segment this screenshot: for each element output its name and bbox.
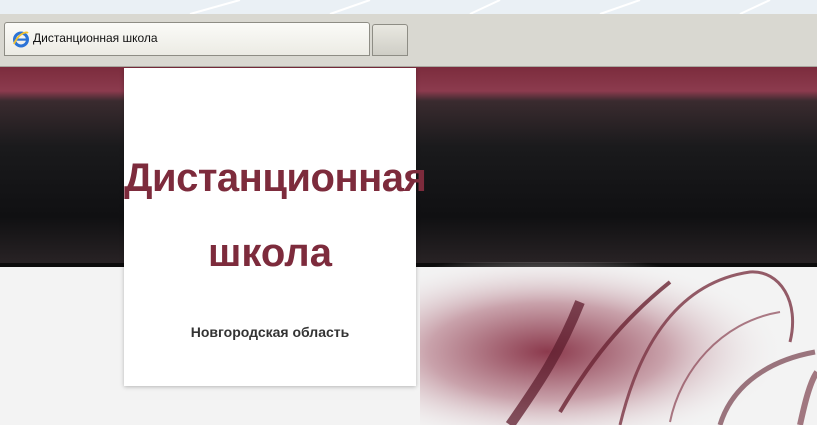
website-viewport: Дистанционная школа Новгородская область <box>0 67 817 425</box>
decorative-artwork <box>420 262 817 425</box>
browser-tab-bar: Дистанционная школа <box>0 14 817 67</box>
site-logo[interactable]: Дистанционная школа Новгородская область <box>124 68 427 386</box>
logo-region-subtitle: Новгородская область <box>190 324 350 340</box>
browser-tab-title: Дистанционная школа <box>33 31 158 45</box>
logo-title-line2: школа <box>208 231 332 275</box>
logo-title-line1: Дистанционная <box>124 156 427 200</box>
new-tab-button[interactable] <box>372 24 408 56</box>
browser-tab[interactable]: Дистанционная школа <box>4 22 370 56</box>
internet-explorer-icon <box>13 31 29 48</box>
